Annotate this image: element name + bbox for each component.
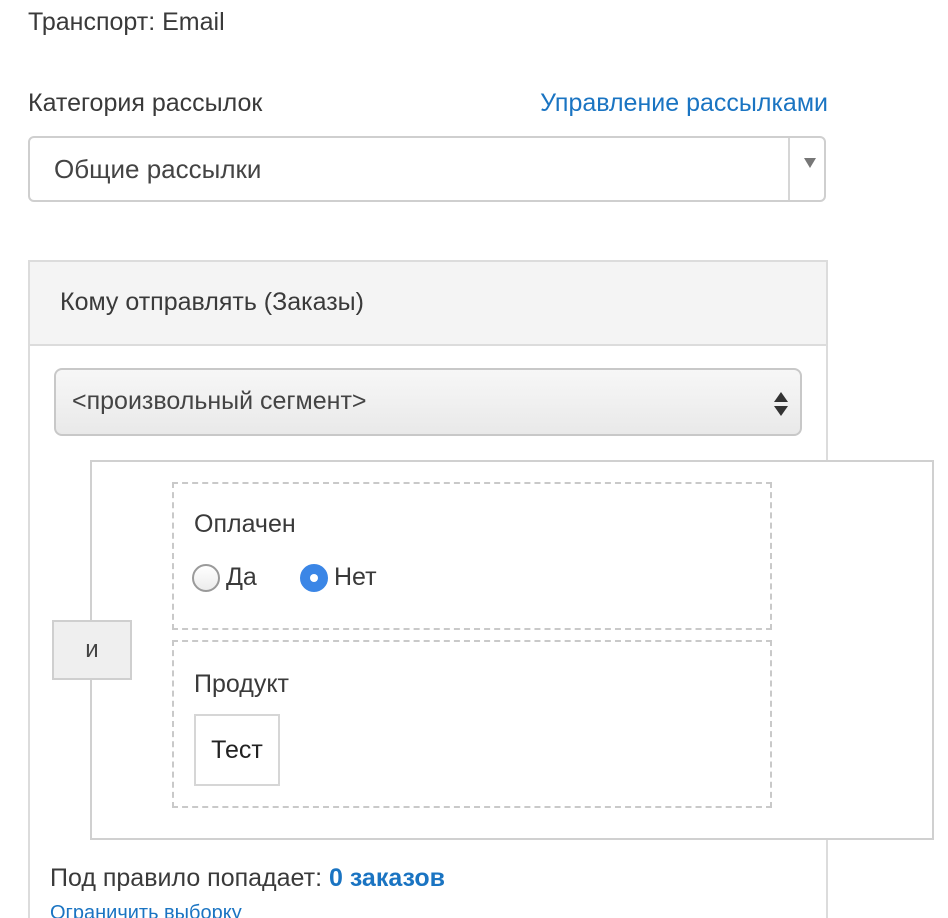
transport-label: Транспорт: Email	[28, 8, 225, 36]
segment-select[interactable]: <произвольный сегмент>	[54, 368, 802, 436]
recipients-title: Кому отправлять (Заказы)	[60, 288, 364, 316]
result-summary: Под правило попадает: 0 заказов	[50, 864, 445, 893]
result-prefix: Под правило попадает:	[50, 864, 323, 892]
paid-no-label[interactable]: Нет	[334, 563, 377, 592]
condition-product: Продукт Тест	[172, 640, 772, 808]
paid-yes-label[interactable]: Да	[226, 563, 257, 592]
condition-product-title: Продукт	[194, 670, 289, 698]
category-select[interactable]: Общие рассылки	[28, 136, 826, 202]
sort-up-icon	[774, 392, 788, 402]
result-count-link[interactable]: 0 заказов	[329, 864, 445, 892]
paid-yes-radio[interactable]	[192, 564, 220, 592]
sort-down-icon	[774, 406, 788, 416]
condition-paid: Оплачен Да Нет	[172, 482, 772, 630]
category-select-value: Общие рассылки	[54, 154, 262, 184]
category-label: Категория рассылок	[28, 89, 263, 117]
product-tag[interactable]: Тест	[194, 714, 280, 786]
chevron-down-icon	[804, 158, 816, 168]
combinator-and-button[interactable]: и	[52, 620, 132, 680]
segment-select-value: <произвольный сегмент>	[72, 387, 367, 415]
select-divider	[788, 138, 790, 200]
manage-mailings-link[interactable]: Управление рассылками	[540, 89, 828, 118]
recipients-panel-header: Кому отправлять (Заказы)	[30, 262, 826, 346]
limit-selection-link[interactable]: Ограничить выборку	[50, 902, 242, 918]
paid-no-radio[interactable]	[300, 564, 328, 592]
condition-paid-title: Оплачен	[194, 510, 296, 538]
